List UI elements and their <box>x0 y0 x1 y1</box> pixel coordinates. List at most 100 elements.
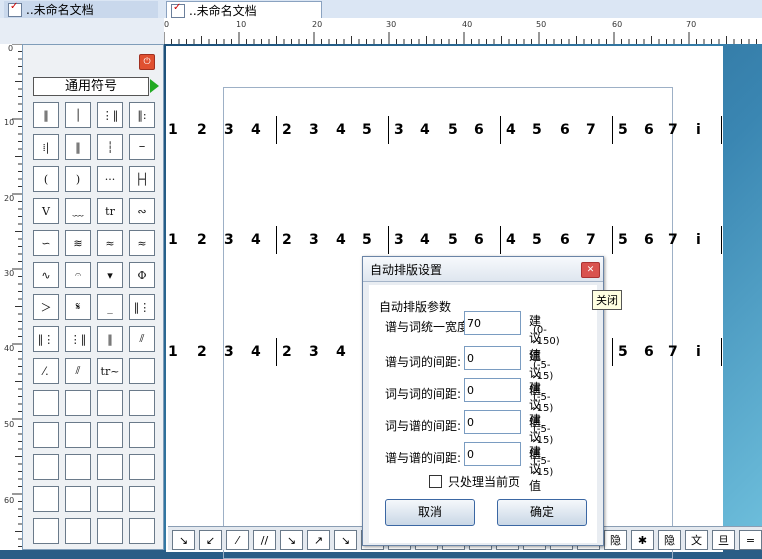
note[interactable]: 5 <box>532 122 542 138</box>
note[interactable]: 3 <box>309 344 319 360</box>
toolbar-symbol-button[interactable]: 隐 <box>658 530 681 550</box>
symbol-cell[interactable]: ∿ <box>33 262 59 288</box>
width-input[interactable] <box>464 311 521 335</box>
symbol-cell[interactable] <box>33 422 59 448</box>
symbol-cell[interactable]: ⫽ <box>129 326 155 352</box>
symbol-cell[interactable]: ﹏ <box>65 198 91 224</box>
note[interactable]: 6 <box>474 232 484 248</box>
note[interactable]: 4 <box>506 232 516 248</box>
note[interactable]: 3 <box>394 232 404 248</box>
symbol-cell[interactable]: ⫽ <box>65 358 91 384</box>
note[interactable]: 4 <box>251 232 261 248</box>
note[interactable]: 4 <box>336 232 346 248</box>
symbol-cell[interactable]: ⁄. <box>33 358 59 384</box>
symbol-cell[interactable] <box>97 518 123 544</box>
symbol-cell[interactable]: ( <box>33 166 59 192</box>
note[interactable]: 4 <box>251 344 261 360</box>
symbol-cell[interactable] <box>65 422 91 448</box>
note[interactable]: 3 <box>309 232 319 248</box>
note[interactable]: 3 <box>309 122 319 138</box>
palette-category-title[interactable]: 通用符号 <box>33 77 149 96</box>
document-tab-2[interactable]: ..未命名文档 <box>166 1 322 19</box>
symbol-cell[interactable] <box>65 486 91 512</box>
note[interactable]: 5 <box>448 232 458 248</box>
symbol-cell[interactable] <box>65 454 91 480</box>
symbol-cell[interactable]: 𝄋 <box>65 294 91 320</box>
note[interactable]: 2 <box>282 232 292 248</box>
symbol-cell[interactable]: ⋮‖ <box>97 102 123 128</box>
symbol-cell[interactable]: ≋ <box>65 230 91 256</box>
note[interactable]: 4 <box>336 122 346 138</box>
note[interactable]: 1 <box>168 232 178 248</box>
close-icon[interactable]: ✕ <box>581 262 600 278</box>
symbol-cell[interactable]: ∽ <box>33 230 59 256</box>
cancel-button[interactable]: 取消 <box>385 499 475 526</box>
symbol-cell[interactable]: │ <box>65 102 91 128</box>
toolbar-symbol-button[interactable]: ⁄ <box>226 530 249 550</box>
symbol-cell[interactable]: ∾ <box>129 198 155 224</box>
note[interactable]: 1 <box>168 122 178 138</box>
toolbar-symbol-button[interactable]: 文 <box>685 530 708 550</box>
symbol-cell[interactable]: tr~ <box>97 358 123 384</box>
play-arrow-icon[interactable] <box>150 79 159 93</box>
note[interactable]: 4 <box>336 344 346 360</box>
close-icon[interactable]: ⏻ <box>139 54 155 70</box>
symbol-cell[interactable] <box>129 358 155 384</box>
ok-button[interactable]: 确定 <box>497 499 587 526</box>
toolbar-symbol-button[interactable]: ↗ <box>307 530 330 550</box>
note[interactable]: 7 <box>668 232 678 248</box>
toolbar-symbol-button[interactable]: ↙ <box>199 530 222 550</box>
note[interactable]: 6 <box>644 344 654 360</box>
note[interactable]: 1 <box>168 344 178 360</box>
symbol-cell[interactable] <box>65 518 91 544</box>
symbol-cell[interactable]: ‖⋮ <box>129 294 155 320</box>
note[interactable]: 2 <box>197 122 207 138</box>
symbol-cell[interactable]: ≈ <box>129 230 155 256</box>
note[interactable]: 5 <box>532 232 542 248</box>
current-page-only-checkbox[interactable]: 只处理当前页 <box>429 473 520 490</box>
note[interactable]: 4 <box>420 232 430 248</box>
dialog-title-bar[interactable]: 自动排版设置 ✕ <box>363 257 603 282</box>
note[interactable]: 7 <box>586 232 596 248</box>
symbol-cell[interactable]: ‖⋮ <box>33 326 59 352</box>
symbol-cell[interactable]: ≈ <box>97 230 123 256</box>
symbol-cell[interactable]: ··· <box>97 166 123 192</box>
symbol-cell[interactable]: ‖ <box>65 134 91 160</box>
note[interactable]: 3 <box>224 232 234 248</box>
note[interactable]: 4 <box>251 122 261 138</box>
symbol-cell[interactable] <box>33 454 59 480</box>
lyric-lyric-gap-input[interactable] <box>464 378 521 402</box>
note[interactable]: 2 <box>197 232 207 248</box>
symbol-cell[interactable] <box>33 390 59 416</box>
symbol-cell[interactable] <box>129 486 155 512</box>
toolbar-symbol-button[interactable]: ✱ <box>631 530 654 550</box>
symbol-cell[interactable] <box>129 454 155 480</box>
note[interactable]: 3 <box>394 122 404 138</box>
note[interactable]: 5 <box>618 344 628 360</box>
note[interactable]: i <box>696 232 701 248</box>
note[interactable]: 5 <box>618 122 628 138</box>
symbol-cell[interactable] <box>97 422 123 448</box>
note[interactable]: 6 <box>644 232 654 248</box>
note[interactable]: i <box>696 122 701 138</box>
symbol-cell[interactable] <box>65 390 91 416</box>
symbol-cell[interactable]: ‖: <box>129 102 155 128</box>
symbol-cell[interactable]: ‖ <box>97 326 123 352</box>
toolbar-symbol-button[interactable]: // <box>253 530 276 550</box>
symbol-cell[interactable]: tr <box>97 198 123 224</box>
note[interactable]: 6 <box>644 122 654 138</box>
note[interactable]: 6 <box>474 122 484 138</box>
note[interactable]: 2 <box>197 344 207 360</box>
checkbox-box[interactable] <box>429 475 442 488</box>
note[interactable]: i <box>696 344 701 360</box>
note[interactable]: 5 <box>618 232 628 248</box>
symbol-cell[interactable] <box>33 486 59 512</box>
symbol-cell[interactable]: ) <box>65 166 91 192</box>
note[interactable]: 7 <box>586 122 596 138</box>
note[interactable]: 3 <box>224 122 234 138</box>
note[interactable]: 2 <box>282 122 292 138</box>
symbol-cell[interactable] <box>129 390 155 416</box>
toolbar-symbol-button[interactable]: ↘ <box>172 530 195 550</box>
symbol-cell[interactable]: Φ <box>129 262 155 288</box>
symbol-cell[interactable] <box>97 390 123 416</box>
